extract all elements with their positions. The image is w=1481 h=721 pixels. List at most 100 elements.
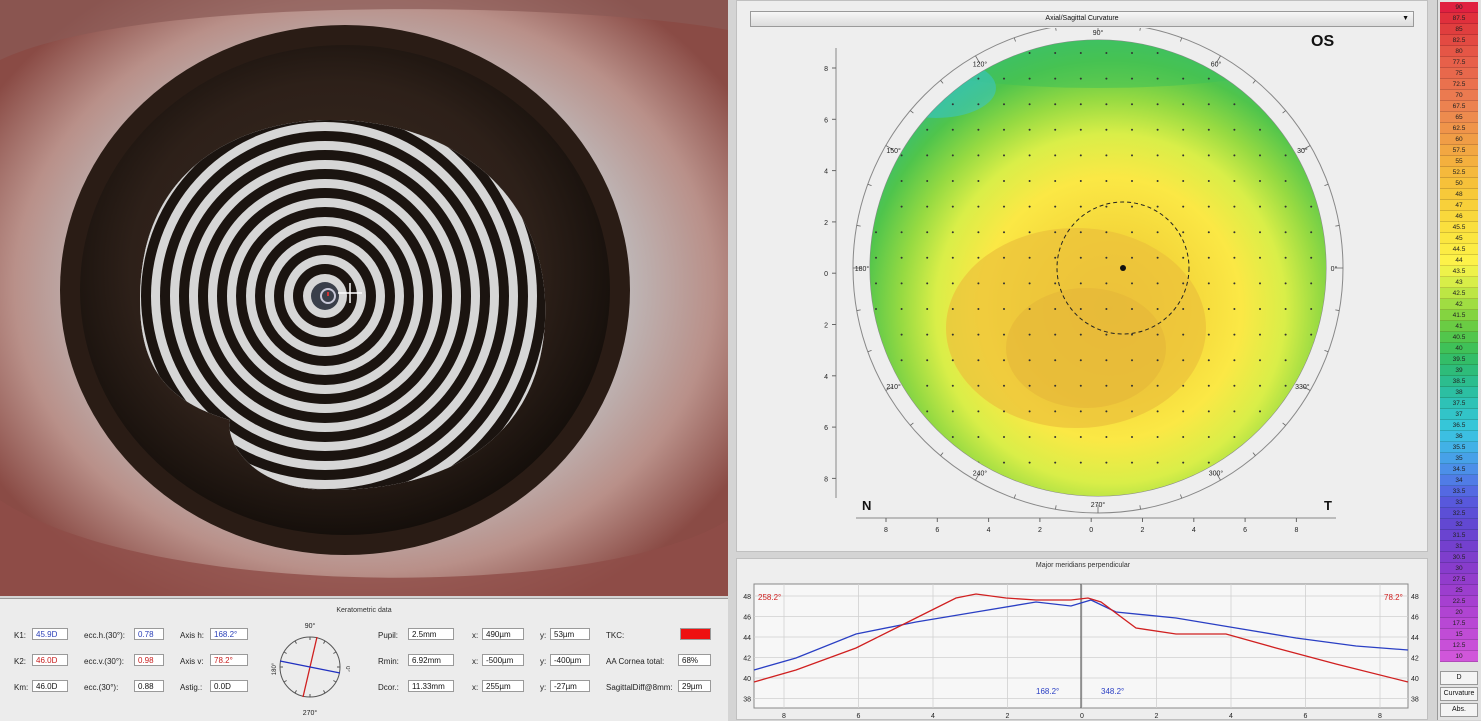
keratometric-data-panel: Keratometric data K1: 45.9D K2: 46.0D Km… — [0, 598, 728, 721]
grid-dot — [1233, 154, 1236, 157]
grid-dot — [1310, 77, 1313, 80]
grid-dot — [1233, 77, 1236, 80]
grid-dot — [1054, 231, 1057, 234]
scale-cell: 31 — [1440, 541, 1478, 552]
y-tick-label: 4 — [824, 374, 828, 381]
grid-dot — [1182, 52, 1185, 54]
abs-button[interactable]: Abs. — [1440, 703, 1478, 717]
grid-dot — [926, 461, 929, 464]
grid-dot — [1131, 333, 1133, 336]
grid-dot — [1131, 103, 1133, 106]
grid-dot — [977, 308, 980, 310]
grid-dot — [1003, 282, 1005, 285]
grid-dot — [1182, 282, 1185, 285]
grid-dot — [1259, 154, 1261, 157]
y-tick-label: 8 — [824, 66, 828, 73]
astig-value: 0.0D — [210, 680, 248, 692]
angle-tick — [867, 183, 872, 186]
grid-dot — [1259, 52, 1261, 54]
meridian-y-tick-left: 42 — [743, 656, 751, 663]
meridian-profile-chart: 48 4846 4644 4442 4240 4038 388 6 4 2 0 2 4 6 8 258.2°… — [743, 583, 1419, 720]
angle-label: 120° — [973, 61, 988, 69]
meridian-y-tick-right: 42 — [1411, 656, 1419, 663]
dial-tick — [333, 680, 337, 683]
x-tick-label: 2 — [1141, 527, 1145, 534]
grid-dot — [1156, 384, 1159, 387]
grid-dot — [1131, 205, 1133, 208]
scale-cell: 40.5 — [1440, 332, 1478, 343]
scale-cell: 32 — [1440, 519, 1478, 530]
grid-dot — [1028, 231, 1031, 234]
grid-dot — [1310, 282, 1313, 285]
grid-dot — [1310, 308, 1313, 310]
map-type-dropdown[interactable]: Axial/Sagittal Curvature ▼ — [750, 11, 1414, 27]
dial-top-label: 90° — [305, 622, 316, 630]
rmin-x-value: -500µm — [482, 654, 524, 666]
angle-tick — [910, 110, 914, 114]
grid-dot — [1156, 52, 1159, 54]
grid-dot — [1028, 205, 1031, 208]
grid-dot — [1003, 154, 1005, 157]
dcor-y-label: y: — [540, 683, 547, 692]
scale-cell: 36 — [1440, 431, 1478, 442]
pupil-x-value: 490µm — [482, 628, 524, 640]
grid-dot — [1284, 333, 1287, 336]
grid-dot — [1207, 256, 1210, 259]
angle-tick — [1055, 28, 1057, 31]
grid-dot — [1310, 52, 1313, 54]
grid-dot — [1131, 256, 1133, 259]
grid-dot — [951, 256, 954, 259]
grid-dot — [977, 333, 980, 336]
angle-tick — [1180, 37, 1183, 42]
grid-dot — [1028, 52, 1031, 54]
aa-cornea-label: AA Cornea total: — [606, 657, 665, 666]
grid-dot — [1054, 205, 1057, 208]
grid-dot — [1003, 205, 1005, 208]
grid-dot — [1054, 52, 1057, 54]
grid-dot — [1028, 154, 1031, 157]
grid-dot — [926, 231, 929, 234]
grid-dot — [1028, 436, 1031, 438]
grid-dot — [1259, 231, 1261, 234]
angle-tick — [1282, 110, 1286, 114]
angle-tick — [1139, 28, 1141, 31]
y-tick-label: 6 — [824, 425, 828, 432]
meridian-y-tick-left: 40 — [743, 676, 751, 683]
grid-dot — [1003, 77, 1005, 80]
x-tick-label: 4 — [1192, 527, 1196, 534]
grid-dot — [875, 154, 877, 157]
dial-tick — [283, 680, 287, 683]
grid-dot — [1156, 410, 1159, 413]
curvature-button[interactable]: Curvature — [1440, 687, 1478, 701]
scale-cell: 80 — [1440, 46, 1478, 57]
grid-dot — [1105, 359, 1108, 362]
grid-dot — [1233, 461, 1236, 464]
grid-dot — [1233, 52, 1236, 54]
grid-dot — [1054, 461, 1057, 464]
grid-dot — [875, 359, 877, 362]
rmin-y-value: -400µm — [550, 654, 590, 666]
map-type-label: Axial/Sagittal Curvature — [1045, 15, 1119, 22]
grid-dot — [1259, 77, 1261, 80]
pupil-label: Pupil: — [378, 631, 399, 640]
grid-dot — [1028, 308, 1031, 310]
grid-dot — [1079, 205, 1082, 208]
scale-cell: 44 — [1440, 255, 1478, 266]
k1-label: K1: — [14, 631, 27, 640]
grid-dot — [1054, 256, 1057, 259]
y-tick-label: 2 — [824, 323, 828, 330]
unit-d-button[interactable]: D — [1440, 671, 1478, 685]
x-tick-label: 0 — [1089, 527, 1093, 534]
scale-cell: 55 — [1440, 156, 1478, 167]
angle-tick — [1139, 505, 1141, 510]
grid-dot — [1259, 384, 1261, 387]
grid-dot — [1079, 52, 1082, 54]
grid-dot — [926, 436, 929, 438]
dial-tick — [283, 651, 287, 654]
grid-dot — [1233, 282, 1236, 285]
grid-dot — [1182, 384, 1185, 387]
grid-dot — [926, 77, 929, 80]
grid-dot — [1028, 128, 1031, 131]
grid-dot — [1003, 384, 1005, 387]
k1-value: 45.9D — [32, 628, 68, 640]
